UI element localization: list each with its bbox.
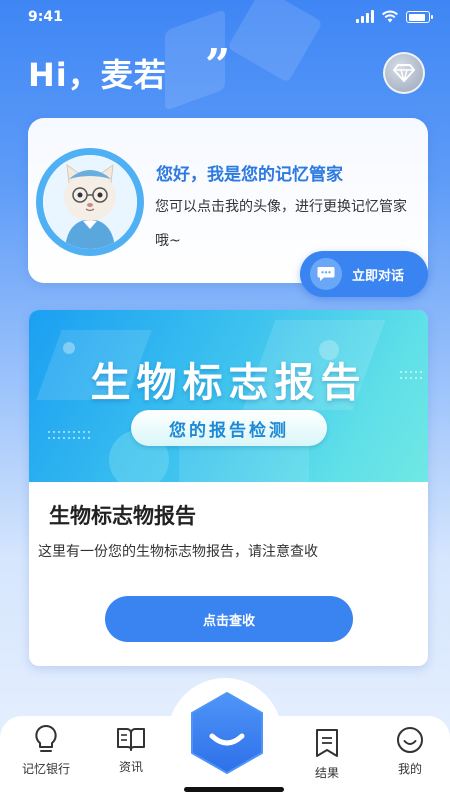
talk-now-label: 立即对话 — [352, 268, 405, 284]
report-title: 生物标志物报告 — [49, 504, 196, 528]
signal-icon — [356, 10, 374, 23]
tab-label: 我的 — [397, 762, 422, 776]
tab-memory-bank[interactable]: 记忆银行 — [11, 724, 81, 777]
tab-news[interactable]: 资讯 — [96, 726, 166, 775]
document-icon — [316, 729, 338, 757]
talk-now-button[interactable]: 立即对话 — [300, 251, 428, 297]
smile-hexagon-icon — [191, 692, 263, 774]
smiley-face-icon — [397, 727, 423, 753]
tab-label: 记忆银行 — [21, 762, 70, 776]
tab-results[interactable]: 结果 — [292, 728, 362, 781]
greeting-text: Hi，麦若 — [28, 56, 167, 94]
lightbulb-icon — [35, 724, 57, 752]
chat-bubble-icon — [310, 258, 342, 290]
report-description: 这里有一份您的生物标志物报告，请注意查收 — [38, 544, 318, 560]
assistant-avatar[interactable] — [36, 148, 144, 256]
tab-label: 资讯 — [118, 760, 143, 774]
cat-avatar-icon — [43, 155, 137, 249]
gem-icon[interactable] — [383, 52, 425, 94]
tab-label: 结果 — [314, 766, 339, 780]
battery-icon — [406, 11, 433, 23]
report-card: 生物标志报告 您的报告检测 生物标志物报告 这里有一份您的生物标志物报告，请注意… — [29, 310, 428, 666]
home-indicator — [184, 787, 284, 792]
status-bar: 9:41 — [0, 0, 450, 36]
status-icons — [356, 10, 433, 23]
quote-mark-icon: ” — [205, 40, 231, 91]
home-center-button[interactable] — [188, 690, 266, 776]
book-icon — [117, 728, 145, 751]
wifi-icon — [382, 10, 398, 23]
assistant-message: 您可以点击我的头像，进行更换记忆管家哦~ — [155, 199, 407, 249]
report-banner: 生物标志报告 您的报告检测 — [29, 310, 428, 482]
tab-profile[interactable]: 我的 — [375, 726, 445, 777]
banner-pill: 您的报告检测 — [131, 410, 327, 446]
banner-title: 生物标志报告 — [90, 360, 367, 406]
view-report-button[interactable]: 点击查收 — [105, 596, 353, 642]
status-time: 9:41 — [28, 9, 63, 25]
assistant-title: 您好，我是您的记忆管家 — [156, 165, 343, 185]
